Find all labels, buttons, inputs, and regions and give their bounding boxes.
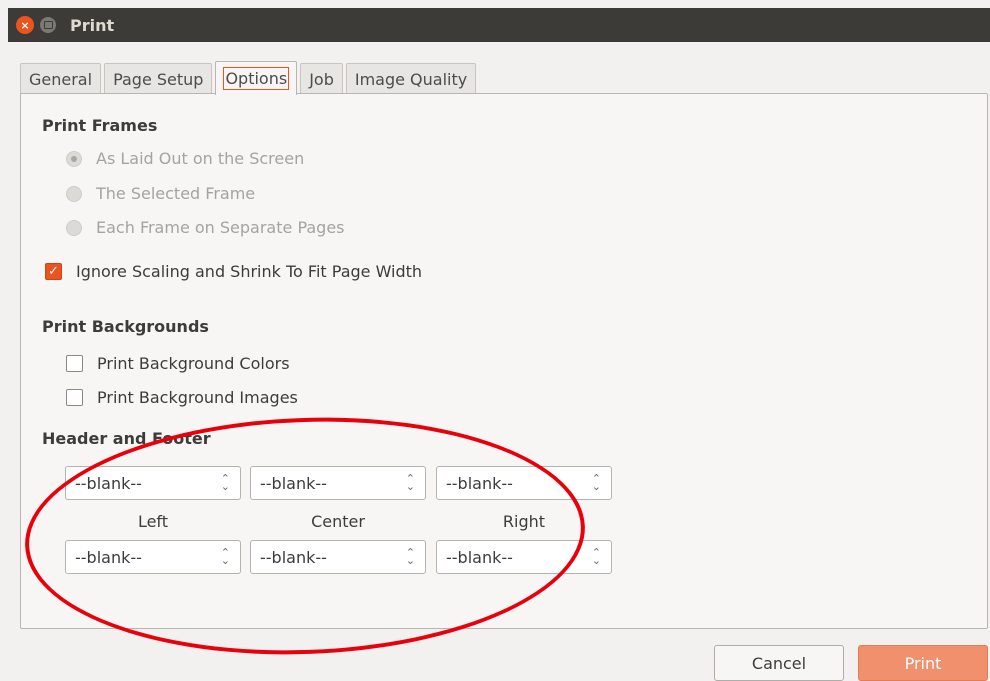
title-bar: × Print <box>8 8 990 42</box>
print-backgrounds-heading: Print Backgrounds <box>42 317 209 336</box>
right-label: Right <box>502 512 546 531</box>
radio-label: The Selected Frame <box>96 184 256 203</box>
minimize-icon[interactable] <box>40 17 56 33</box>
tab-image-quality[interactable]: Image Quality <box>345 63 477 94</box>
window-title: Print <box>70 15 115 35</box>
select-value: --blank-- <box>260 547 327 567</box>
checkbox-label: Print Background Colors <box>97 354 290 373</box>
ignore-scaling-checkbox[interactable]: ✓ Ignore Scaling and Shrink To Fit Page … <box>45 262 422 281</box>
close-icon[interactable]: × <box>16 16 34 34</box>
checkbox-label: Ignore Scaling and Shrink To Fit Page Wi… <box>76 262 423 281</box>
tab-label: General <box>29 69 93 89</box>
left-label: Left <box>137 512 169 531</box>
select-value: --blank-- <box>446 547 513 567</box>
print-background-images-checkbox[interactable]: Print Background Images <box>66 388 298 407</box>
tab-page-setup[interactable]: Page Setup <box>104 63 213 94</box>
checkmark-icon[interactable]: ✓ <box>45 263 62 280</box>
header-left-select[interactable]: --blank-- ⌃ ⌄ <box>65 466 241 500</box>
tab-general[interactable]: General <box>20 63 102 94</box>
select-value: --blank-- <box>75 473 142 493</box>
tab-label: Options <box>223 67 290 90</box>
up-down-arrows-icon: ⌃ ⌄ <box>591 546 601 567</box>
up-down-arrows-icon: ⌃ ⌄ <box>220 472 230 493</box>
select-value: --blank-- <box>446 473 513 493</box>
footer-right-select[interactable]: --blank-- ⌃ ⌄ <box>436 540 612 574</box>
radio-each-frame[interactable]: Each Frame on Separate Pages <box>66 218 345 237</box>
radio-button[interactable] <box>66 219 82 236</box>
footer-left-select[interactable]: --blank-- ⌃ ⌄ <box>65 540 241 574</box>
options-panel: Print Frames As Laid Out on the Screen T… <box>20 93 988 629</box>
checkbox[interactable] <box>66 389 83 406</box>
up-down-arrows-icon: ⌃ ⌄ <box>220 546 230 567</box>
tab-options[interactable]: Options <box>215 61 298 95</box>
tab-label: Page Setup <box>113 69 204 89</box>
checkbox-label: Print Background Images <box>97 388 298 407</box>
up-down-arrows-icon: ⌃ ⌄ <box>405 472 415 493</box>
radio-as-laid-out[interactable]: As Laid Out on the Screen <box>66 149 304 168</box>
header-right-select[interactable]: --blank-- ⌃ ⌄ <box>436 466 612 500</box>
select-value: --blank-- <box>75 547 142 567</box>
up-down-arrows-icon: ⌃ ⌄ <box>591 472 601 493</box>
header-center-select[interactable]: --blank-- ⌃ ⌄ <box>250 466 426 500</box>
footer-center-select[interactable]: --blank-- ⌃ ⌄ <box>250 540 426 574</box>
tab-label: Job <box>309 69 334 89</box>
print-background-colors-checkbox[interactable]: Print Background Colors <box>66 354 290 373</box>
center-label: Center <box>311 512 365 531</box>
print-button[interactable]: Print <box>858 645 988 681</box>
tab-label: Image Quality <box>354 69 468 89</box>
cancel-button[interactable]: Cancel <box>714 645 844 681</box>
header-footer-heading: Header and Footer <box>42 429 211 448</box>
radio-button[interactable] <box>66 185 82 202</box>
tab-job[interactable]: Job <box>300 63 343 94</box>
up-down-arrows-icon: ⌃ ⌄ <box>405 546 415 567</box>
radio-label: As Laid Out on the Screen <box>96 149 305 168</box>
checkbox[interactable] <box>66 355 83 372</box>
radio-selected-frame[interactable]: The Selected Frame <box>66 184 255 203</box>
radio-button[interactable] <box>66 150 82 167</box>
radio-label: Each Frame on Separate Pages <box>96 218 345 237</box>
print-frames-heading: Print Frames <box>42 116 158 135</box>
select-value: --blank-- <box>260 473 327 493</box>
tab-bar: General Page Setup Options Job Image Qua… <box>20 60 479 95</box>
